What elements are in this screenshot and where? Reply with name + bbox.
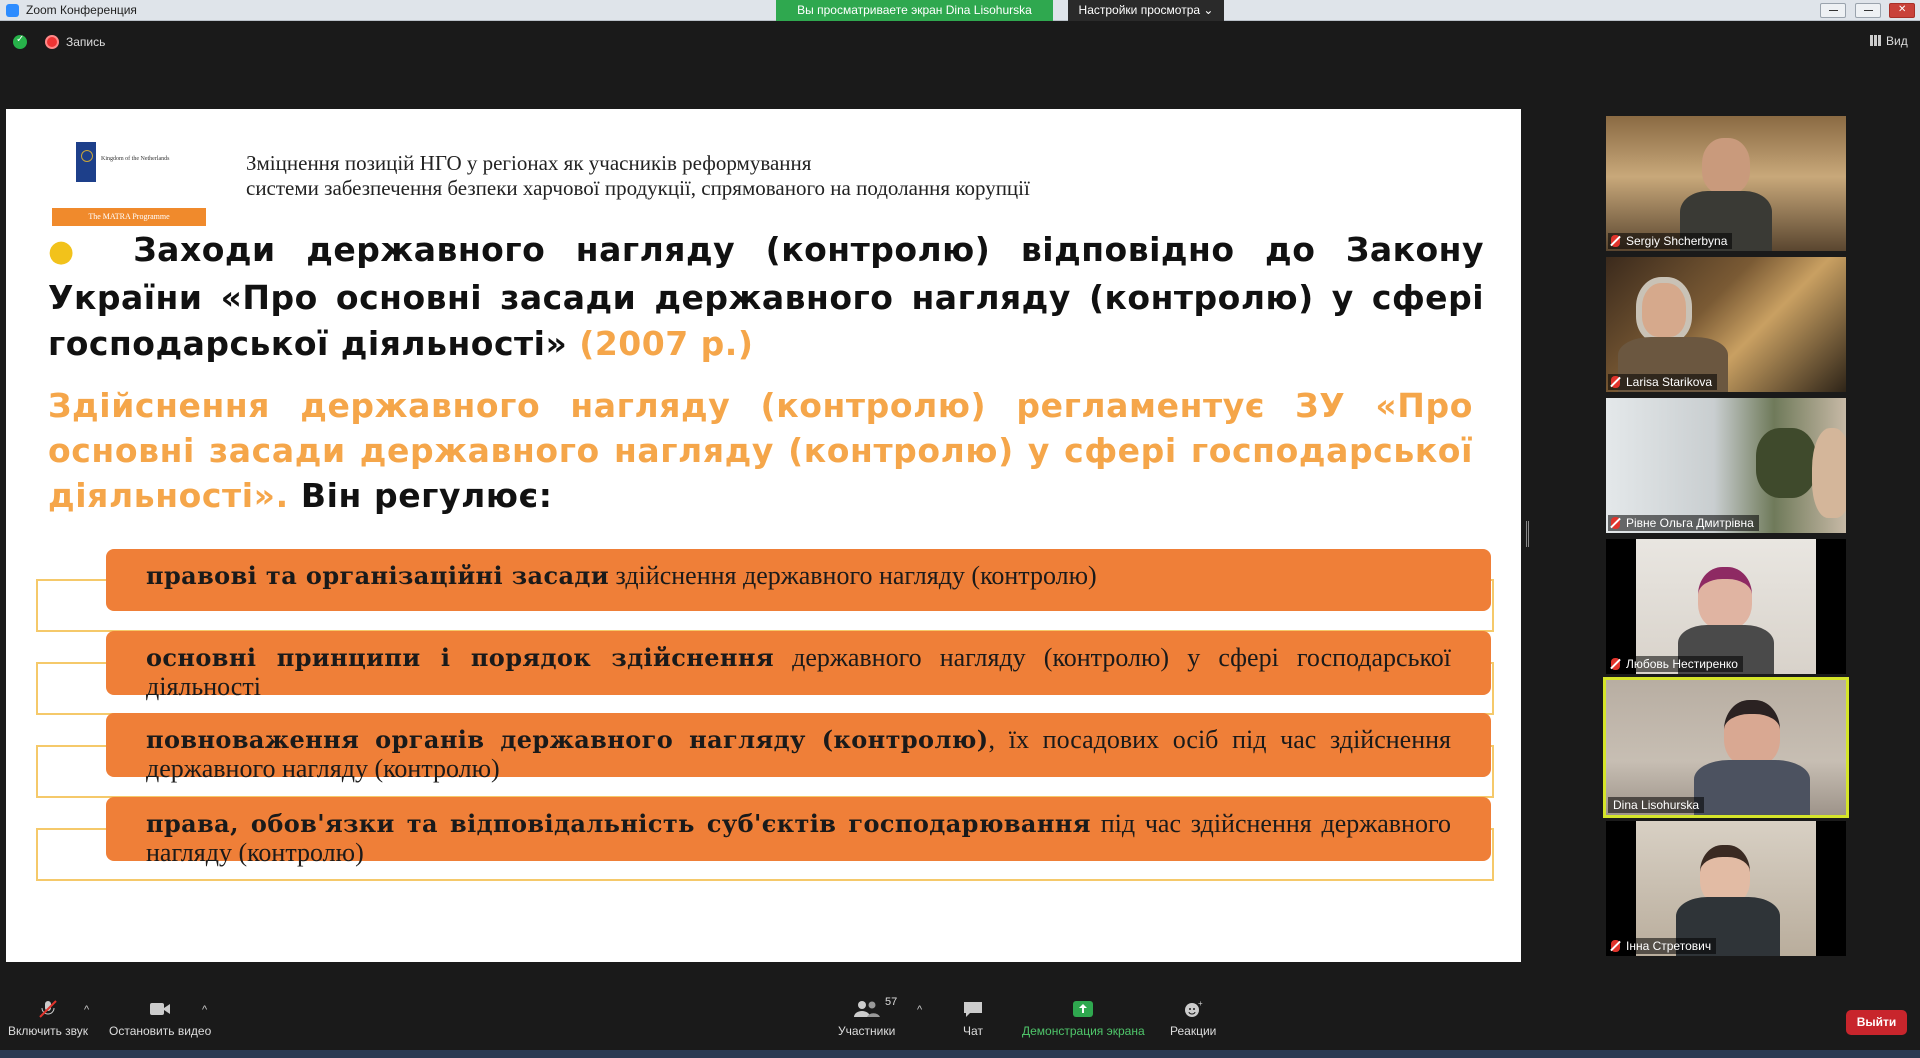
item-bold-text: основні принципи і порядок здійснення (146, 643, 774, 672)
maximize-button[interactable] (1855, 3, 1881, 18)
close-window-button[interactable] (1889, 3, 1915, 18)
participant-name: Larisa Starikova (1608, 374, 1718, 390)
regulation-item: права, обов'язки та відповідальність суб… (106, 797, 1491, 867)
share-screen-icon (1073, 1001, 1094, 1017)
netherlands-logo: Kingdom of the Netherlands (76, 142, 176, 202)
recording-label: Запись (66, 35, 106, 49)
participant-name: Dina Lisohurska (1608, 797, 1705, 813)
slide-header-line-1: Зміцнення позицій НГО у регіонах як учас… (246, 151, 812, 175)
video-tile[interactable]: Larisa Starikova (1606, 257, 1846, 392)
share-screen-button[interactable]: Демонстрация экрана (1022, 1000, 1145, 1038)
heading-text: Заходи державного нагляду (контролю) від… (48, 230, 1484, 363)
participants-icon (853, 1001, 880, 1017)
chat-label: Чат (963, 1024, 983, 1038)
paragraph-dark-text: Він регулює: (300, 476, 553, 515)
item-bold-text: повноваження органів державного нагляду … (146, 725, 989, 754)
participant-name: Рівне Ольга Дмитрівна (1608, 515, 1759, 531)
bullet-icon: ● (48, 234, 94, 269)
muted-mic-icon (39, 1000, 57, 1018)
panel-resize-handle[interactable] (1526, 521, 1529, 547)
chat-button[interactable]: Чат (962, 1000, 984, 1038)
slide-header-line-2: системи забезпечення безпеки харчової пр… (246, 176, 1030, 200)
participants-count: 57 (885, 996, 898, 1008)
video-tile-active-speaker[interactable]: Dina Lisohurska (1603, 677, 1849, 818)
heading-year: (2007 р.) (579, 324, 754, 363)
share-screen-label: Демонстрация экрана (1022, 1024, 1145, 1038)
slide-paragraph: Здійснення державного нагляду (контролю)… (48, 383, 1473, 518)
item-bold-text: правові та організаційні засади (146, 561, 610, 590)
zoom-app-icon (6, 4, 19, 17)
muted-mic-icon (1611, 940, 1620, 952)
video-tile[interactable]: Любовь Нестиренко (1606, 539, 1846, 674)
unmute-button[interactable]: Включить звук (8, 1000, 88, 1038)
reactions-label: Реакции (1170, 1024, 1217, 1038)
recording-icon (45, 35, 59, 49)
muted-mic-icon (1611, 517, 1620, 529)
os-taskbar (0, 1050, 1920, 1058)
coat-of-arms-icon (76, 142, 96, 182)
view-settings-dropdown[interactable]: Настройки просмотра ⌄ (1068, 0, 1224, 21)
video-tile[interactable]: Рівне Ольга Дмитрівна (1606, 398, 1846, 533)
participants-label: Участники (838, 1024, 896, 1038)
participant-name: Інна Стретович (1608, 938, 1717, 954)
view-button[interactable]: Вид (1886, 34, 1908, 48)
reactions-button[interactable]: + Реакции (1170, 1000, 1216, 1038)
screen-share-banner: Вы просматриваете экран Dina Lisohurska (776, 0, 1053, 21)
video-tile[interactable]: Sergiy Shcherbyna (1606, 116, 1846, 251)
encryption-shield-icon[interactable] (13, 34, 27, 49)
muted-mic-icon (1611, 235, 1620, 247)
muted-mic-icon (1611, 376, 1620, 388)
paragraph-orange-text: Здійснення державного нагляду (контролю)… (48, 386, 1473, 515)
video-camera-icon (150, 1003, 171, 1015)
video-options-chevron-icon[interactable]: ^ (202, 1004, 207, 1016)
minimize-button[interactable] (1820, 3, 1846, 18)
programme-badge: The MATRA Programme (52, 208, 206, 226)
stop-video-button[interactable]: Остановить видео (109, 1000, 211, 1038)
audio-options-chevron-icon[interactable]: ^ (84, 1004, 89, 1016)
participants-options-chevron-icon[interactable]: ^ (917, 1004, 922, 1016)
participant-name: Sergiy Shcherbyna (1608, 233, 1733, 249)
item-bold-text: права, обов'язки та відповідальність суб… (146, 809, 1091, 838)
participant-name: Любовь Нестиренко (1608, 656, 1743, 672)
regulation-item: повноваження органів державного нагляду … (106, 713, 1491, 783)
meeting-toolbar: Включить звук ^ Остановить видео ^ Участ… (0, 994, 1920, 1058)
title-bar: Zoom Конференция Вы просматриваете экран… (0, 0, 1920, 21)
leave-meeting-button[interactable]: Выйти (1846, 1010, 1907, 1035)
regulation-item: основні принципи і порядок здійснення де… (106, 631, 1491, 701)
regulation-item: правові та організаційні засади здійснен… (106, 549, 1491, 611)
chat-icon (964, 1002, 982, 1017)
shared-screen-slide: Kingdom of the Netherlands The MATRA Pro… (6, 109, 1521, 962)
slide-main-heading: ● Заходи державного нагляду (контролю) ві… (48, 227, 1484, 367)
logo-text: Kingdom of the Netherlands (101, 156, 170, 162)
grid-view-icon[interactable] (1870, 35, 1881, 46)
window-title: Zoom Конференция (26, 3, 137, 17)
reactions-icon: + (1185, 1000, 1203, 1017)
video-tile[interactable]: Інна Стретович (1606, 821, 1846, 956)
muted-mic-icon (1611, 658, 1620, 670)
unmute-label: Включить звук (8, 1024, 89, 1038)
svg-text:+: + (1198, 1000, 1203, 1008)
item-text: здійснення державного нагляду (контролю) (609, 561, 1097, 590)
stop-video-label: Остановить видео (109, 1024, 212, 1038)
